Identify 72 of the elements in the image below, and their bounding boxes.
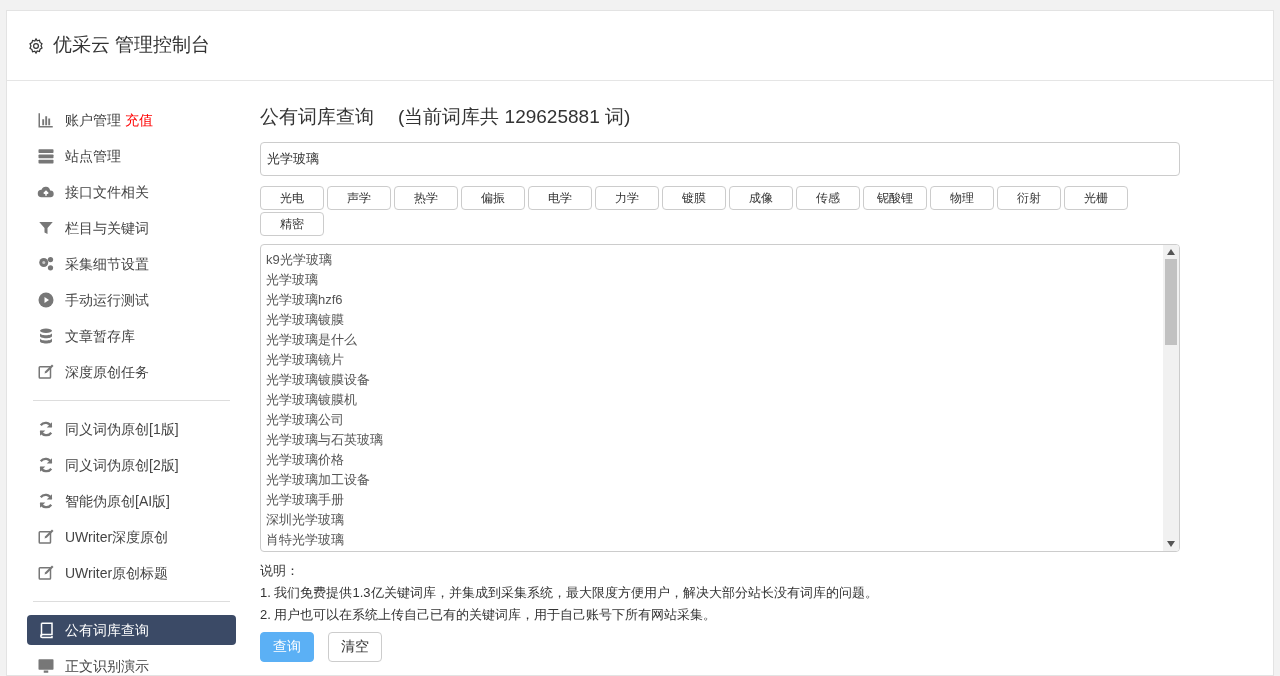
refresh-icon — [37, 492, 55, 510]
scroll-up-icon[interactable] — [1167, 248, 1175, 255]
keyword-tag[interactable]: 铌酸锂 — [863, 185, 927, 210]
sidebar-item[interactable]: 账户管理 充值 — [27, 105, 236, 135]
settings-icon — [27, 36, 45, 55]
sidebar-item[interactable]: 文章暂存库 — [27, 321, 236, 351]
sidebar-item[interactable]: UWriter深度原创 — [27, 522, 236, 552]
result-item[interactable]: 光学玻璃镀膜设备 — [266, 369, 370, 390]
keyword-tag[interactable]: 光电 — [260, 185, 324, 210]
sidebar-item[interactable]: 栏目与关键词 — [27, 213, 236, 243]
result-item[interactable]: 光学玻璃公司 — [266, 409, 344, 430]
play-icon — [37, 291, 55, 309]
refresh-icon — [37, 456, 55, 474]
sidebar-item[interactable]: 接口文件相关 — [27, 177, 236, 207]
result-item[interactable]: 光学玻璃hzf6 — [266, 289, 343, 310]
keyword-tag[interactable]: 镀膜 — [662, 185, 726, 210]
keyword-tag[interactable]: 精密 — [260, 211, 324, 236]
search-field[interactable]: 光学玻璃 — [260, 141, 1180, 176]
sidebar-item[interactable]: 同义词伪原创[1版] — [27, 414, 236, 444]
note-text: 1. 我们免费提供1.3亿关键词库，并集成到采集系统，最大限度方便用户，解决大部分站长没有词库的问题。 — [260, 583, 879, 602]
result-item[interactable]: 深圳光学玻璃 — [266, 509, 344, 530]
note-text: 2. 用户也可以在系统上传自己已有的关键词库，用于自己账号下所有网站采集。 — [260, 605, 718, 624]
keyword-tag[interactable]: 电学 — [528, 185, 592, 210]
keyword-tag[interactable]: 物理 — [930, 185, 994, 210]
server-icon — [37, 147, 55, 165]
console-title: 优采云 管理控制台 — [53, 33, 211, 58]
refresh-icon — [37, 420, 55, 438]
result-item[interactable]: 光学玻璃镜片 — [266, 349, 344, 370]
sidebar-item[interactable]: 正文识别演示 — [27, 651, 236, 675]
sidebar-item[interactable]: 深度原创任务 — [27, 357, 236, 387]
bar-chart-icon — [37, 111, 55, 129]
page-title: 公有词库查询 — [260, 105, 374, 129]
keyword-tag[interactable]: 成像 — [729, 185, 793, 210]
result-item[interactable]: 光学玻璃 — [266, 269, 318, 290]
keyword-tag[interactable]: 热学 — [394, 185, 458, 210]
sidebar-item[interactable]: 公有词库查询 — [27, 615, 236, 645]
database-icon — [37, 327, 55, 345]
result-item[interactable]: 光学玻璃与石英玻璃 — [266, 429, 383, 450]
keyword-tag[interactable]: 偏振 — [461, 185, 525, 210]
result-item[interactable]: 光学玻璃镀膜机 — [266, 389, 357, 410]
keyword-tag[interactable]: 声学 — [327, 185, 391, 210]
results-list[interactable]: k9光学玻璃 光学玻璃 光学玻璃hzf6 光学玻璃镀膜 光学玻璃是什么 光学玻璃镜片 光学玻璃镀膜设备 光学玻璃镀膜机 光学玻璃公司 光学玻璃与石英玻璃 光学玻璃价格 光学玻璃加工设备 光学玻璃手册 深圳光学玻璃 肖特光学玻璃 — [260, 243, 1180, 552]
result-item[interactable]: 光学玻璃是什么 — [266, 329, 357, 350]
result-item[interactable]: 光学玻璃手册 — [266, 489, 344, 510]
notes-title: 说明： — [260, 561, 300, 580]
sidebar-item[interactable]: 智能伪原创[AI版] — [27, 486, 236, 516]
edit-icon — [37, 363, 55, 381]
scrollbar-thumb[interactable] — [1165, 258, 1177, 345]
filter-icon — [37, 219, 55, 237]
edit-icon — [37, 528, 55, 546]
keyword-tag[interactable]: 传感 — [796, 185, 860, 210]
sidebar-item[interactable]: UWriter原创标题 — [27, 558, 236, 588]
result-item[interactable]: 光学玻璃价格 — [266, 449, 344, 470]
scroll-down-icon[interactable] — [1167, 540, 1175, 547]
keyword-tag[interactable]: 力学 — [595, 185, 659, 210]
result-item[interactable]: k9光学玻璃 — [266, 249, 332, 270]
book-icon — [37, 621, 55, 639]
result-item[interactable]: 肖特光学玻璃 — [266, 529, 344, 550]
scrollbar[interactable] — [1163, 244, 1179, 551]
gears-icon — [37, 255, 55, 273]
edit-icon — [37, 564, 55, 582]
monitor-icon — [37, 657, 55, 675]
sidebar-item[interactable]: 采集细节设置 — [27, 249, 236, 279]
clear-button[interactable]: 清空 — [328, 631, 382, 662]
sidebar-item[interactable]: 站点管理 — [27, 141, 236, 171]
sidebar-item[interactable]: 手动运行测试 — [27, 285, 236, 315]
keyword-tag[interactable]: 衍射 — [997, 185, 1061, 210]
result-item[interactable]: 光学玻璃镀膜 — [266, 309, 344, 330]
sidebar-item[interactable]: 同义词伪原创[2版] — [27, 450, 236, 480]
word-count-text: (当前词库共 129625881 词) — [398, 105, 631, 129]
result-item[interactable]: 光学玻璃加工设备 — [266, 469, 370, 490]
keyword-tag[interactable]: 光栅 — [1064, 185, 1128, 210]
